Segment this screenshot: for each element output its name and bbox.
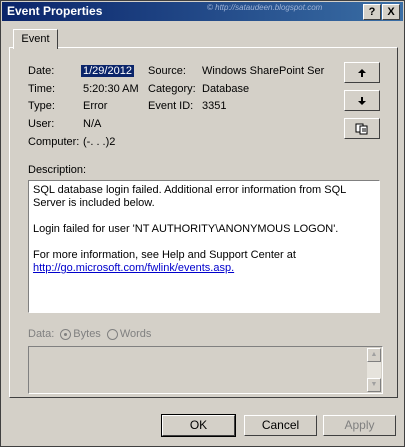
time-label: Time: [28, 83, 56, 95]
computer-label: Computer: [28, 136, 80, 148]
description-paragraph: Login failed for user 'NT AUTHORITY\ANON… [33, 223, 339, 235]
cancel-button[interactable]: Cancel [244, 415, 317, 436]
time-value: 5:20:30 AM [83, 83, 139, 95]
event-properties-window: Event Properties © http://sataudeen.blog… [0, 0, 405, 447]
event-id-value: 3351 [202, 100, 227, 112]
watermark: © http://sataudeen.blogspot.com [207, 3, 323, 12]
description-label: Description: [28, 164, 87, 176]
words-radio[interactable]: Words [106, 328, 152, 340]
help-button[interactable]: ? [363, 4, 381, 20]
copy-icon [355, 123, 368, 134]
previous-event-button[interactable] [344, 62, 380, 83]
date-value: 1/29/2012 [81, 65, 134, 77]
words-label: Words [119, 328, 152, 340]
tab-event[interactable]: Event [13, 29, 58, 49]
bytes-radio[interactable]: Bytes [60, 328, 101, 340]
data-box: ▲ ▼ [28, 346, 383, 394]
data-label: Data: [28, 328, 55, 340]
bytes-label: Bytes [73, 328, 101, 340]
event-id-label: Event ID: [148, 100, 194, 112]
category-value: Database [202, 83, 250, 95]
description-paragraph: For more information, see Help and Suppo… [33, 249, 296, 261]
date-label: Date: [28, 65, 55, 77]
data-format-row: Data: Bytes Words [28, 328, 151, 340]
copy-event-button[interactable] [344, 118, 380, 139]
computer-value: (-. . .)2 [83, 136, 116, 148]
description-box[interactable]: SQL database login failed. Additional er… [28, 180, 380, 313]
radio-empty-icon [106, 328, 118, 340]
description-paragraph: SQL database login failed. Additional er… [33, 184, 346, 209]
source-value: Windows SharePoint Ser [202, 65, 325, 77]
window-title: Event Properties [7, 4, 103, 18]
user-label: User: [28, 118, 55, 130]
help-link[interactable]: http://go.microsoft.com/fwlink/events.as… [33, 262, 234, 274]
next-event-button[interactable] [344, 90, 380, 111]
scroll-up-icon[interactable]: ▲ [367, 348, 381, 362]
close-button[interactable]: X [382, 4, 400, 20]
source-label: Source: [148, 65, 186, 77]
apply-button[interactable]: Apply [323, 415, 396, 436]
type-value: Error [83, 100, 108, 112]
arrow-up-icon [358, 68, 366, 77]
ok-button[interactable]: OK [161, 414, 236, 437]
radio-selected-icon [60, 328, 72, 340]
date-value-text: 1/29/2012 [81, 65, 134, 77]
type-label: Type: [28, 100, 55, 112]
title-bar[interactable]: Event Properties © http://sataudeen.blog… [2, 2, 403, 21]
arrow-down-icon [358, 96, 366, 105]
category-label: Category: [148, 83, 196, 95]
user-value: N/A [83, 118, 102, 130]
scroll-down-icon[interactable]: ▼ [367, 378, 381, 392]
data-scrollbar[interactable]: ▲ ▼ [367, 348, 381, 392]
